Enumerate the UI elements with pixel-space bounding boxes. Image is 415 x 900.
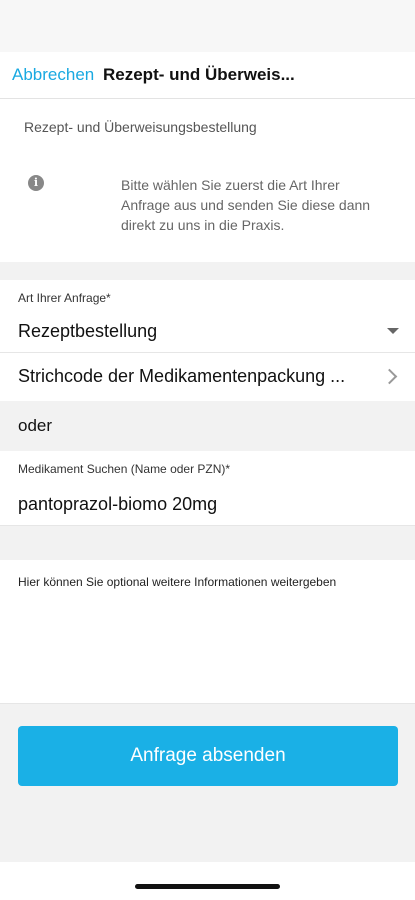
- or-band: oder: [0, 401, 415, 451]
- notes-textarea[interactable]: Hier können Sie optional weitere Informa…: [0, 560, 415, 704]
- notes-placeholder: Hier können Sie optional weitere Informa…: [18, 575, 337, 589]
- medication-search-label: Medikament Suchen (Name oder PZN)*: [18, 462, 231, 476]
- or-label: oder: [18, 416, 53, 435]
- cancel-button[interactable]: Abbrechen: [12, 65, 94, 85]
- submit-request-button[interactable]: Anfrage absenden: [18, 726, 398, 786]
- home-indicator[interactable]: [135, 884, 280, 889]
- chevron-down-icon[interactable]: [387, 328, 399, 334]
- chevron-right-icon[interactable]: [381, 368, 398, 385]
- info-icon: i: [28, 175, 44, 191]
- divider: [0, 352, 415, 353]
- navigation-bar: Abbrechen Rezept- und Überweis...: [0, 52, 415, 99]
- section-subtitle: Rezept- und Überweisungsbestellung: [24, 119, 257, 135]
- request-type-label: Art Ihrer Anfrage*: [18, 291, 111, 305]
- request-type-select[interactable]: Rezeptbestellung: [18, 321, 157, 342]
- info-text: Bitte wählen Sie zuerst die Art Ihrer An…: [121, 177, 371, 233]
- section-separator: [0, 526, 415, 560]
- page-title: Rezept- und Überweis...: [103, 65, 295, 84]
- status-bar-area: [0, 0, 415, 52]
- medication-search-input[interactable]: pantoprazol-biomo 20mg: [18, 494, 217, 515]
- barcode-scan-row[interactable]: Strichcode der Medikamentenpackung ...: [18, 366, 345, 387]
- section-separator: [0, 262, 415, 280]
